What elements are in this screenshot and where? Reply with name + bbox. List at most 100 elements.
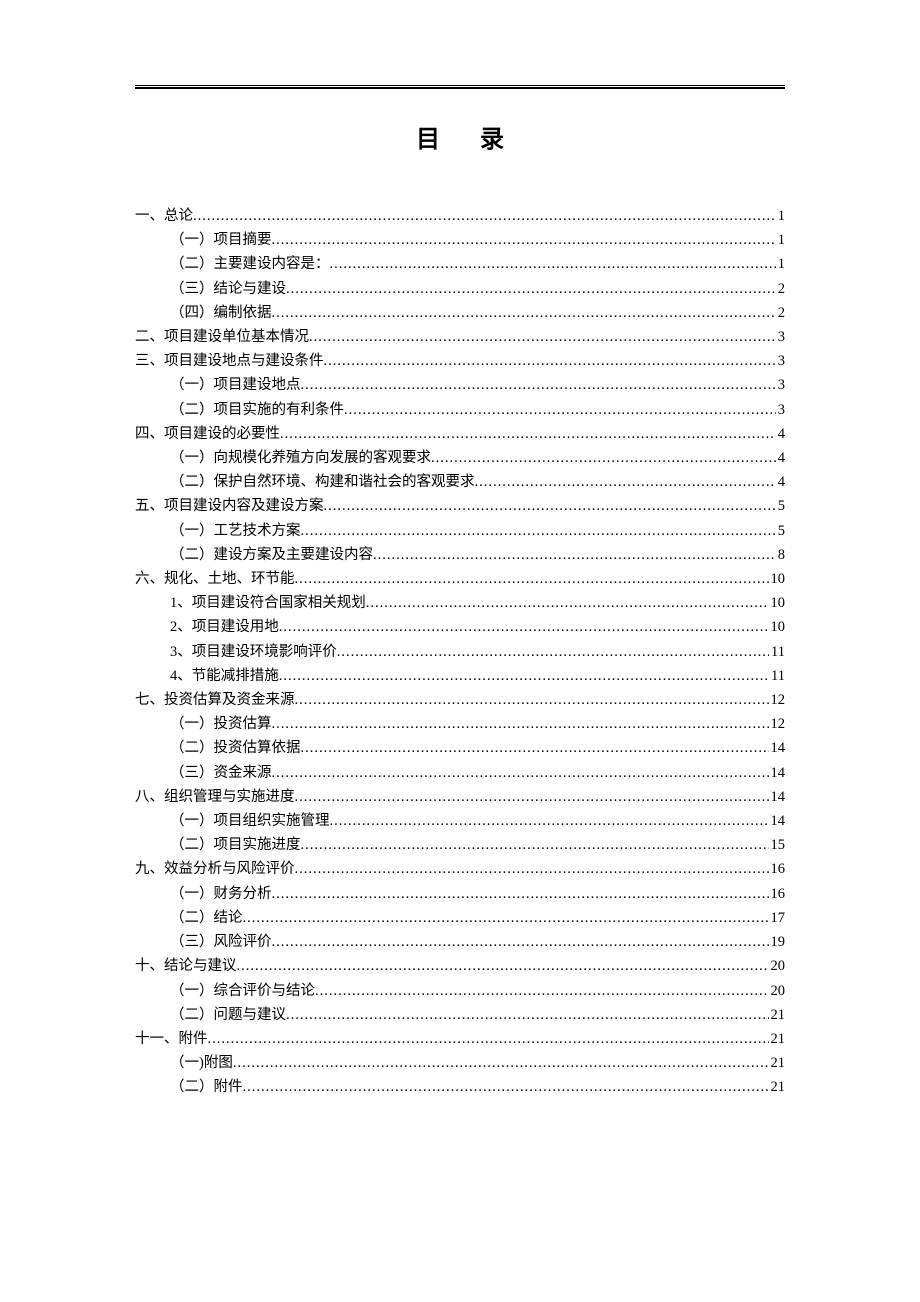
toc-page-number: 3 — [776, 349, 785, 373]
toc-label: 七、投资估算及资金来源 — [135, 688, 295, 712]
toc-leader-dots — [233, 1051, 769, 1075]
toc-entry: 五、项目建设内容及建设方案5 — [135, 494, 785, 518]
toc-entry: 十一、附件21 — [135, 1027, 785, 1051]
toc-page-number: 20 — [769, 954, 786, 978]
toc-leader-dots — [295, 857, 769, 881]
toc-leader-dots — [272, 761, 769, 785]
toc-label: 六、规化、土地、环节能 — [135, 567, 295, 591]
toc-page-number: 2 — [776, 301, 785, 325]
toc-entry: （二）附件21 — [135, 1075, 785, 1099]
toc-label: （一）财务分析 — [170, 882, 272, 906]
toc-entry: （一）向规模化养殖方向发展的客观要求4 — [135, 446, 785, 470]
toc-entry: （二）建设方案及主要建设内容8 — [135, 543, 785, 567]
toc-entry: 二、项目建设单位基本情况3 — [135, 325, 785, 349]
toc-label: （四）编制依据 — [170, 301, 272, 325]
toc-page-number: 8 — [776, 543, 785, 567]
toc-label: 九、效益分析与风险评价 — [135, 857, 295, 881]
toc-entry: （一）综合评价与结论20 — [135, 979, 785, 1003]
toc-leader-dots — [315, 979, 769, 1003]
toc-label: （一）项目摘要 — [170, 228, 272, 252]
toc-leader-dots — [272, 712, 769, 736]
toc-entry: （一）财务分析16 — [135, 882, 785, 906]
toc-entry: （三）风险评价19 — [135, 930, 785, 954]
toc-label: 三、项目建设地点与建设条件 — [135, 349, 324, 373]
toc-entry: （二）项目实施的有利条件 3 — [135, 398, 785, 422]
toc-label: （一）投资估算 — [170, 712, 272, 736]
toc-page-number: 14 — [769, 809, 786, 833]
toc-leader-dots — [286, 1003, 769, 1027]
toc-leader-dots — [193, 204, 776, 228]
toc-leader-dots — [301, 519, 776, 543]
toc-page-number: 5 — [776, 519, 785, 543]
toc-entry: （二）项目实施进度15 — [135, 833, 785, 857]
toc-leader-dots — [243, 906, 769, 930]
toc-leader-dots — [373, 543, 776, 567]
toc-entry: 六、规化、土地、环节能10 — [135, 567, 785, 591]
toc-entry: （一）项目建设地点 3 — [135, 373, 785, 397]
toc-label: 四、项目建设的必要性 — [135, 422, 280, 446]
toc-entry: （二）问题与建议 21 — [135, 1003, 785, 1027]
toc-entry: （三）资金来源14 — [135, 761, 785, 785]
header-rule — [135, 85, 785, 89]
toc-page-number: 12 — [769, 712, 786, 736]
toc-leader-dots — [272, 882, 769, 906]
toc-page-number: 12 — [769, 688, 786, 712]
toc-leader-dots — [208, 1027, 769, 1051]
toc-leader-dots — [475, 470, 776, 494]
toc-page-number: 17 — [769, 906, 786, 930]
table-of-contents: 一、总论1（一）项目摘要1（二）主要建设内容是：1（三）结论与建设2（四）编制依… — [135, 204, 785, 1100]
toc-entry: 三、项目建设地点与建设条件 3 — [135, 349, 785, 373]
toc-page-number: 4 — [776, 446, 785, 470]
toc-label: （二）项目实施的有利条件 — [170, 398, 344, 422]
toc-leader-dots — [279, 615, 769, 639]
toc-entry: （三）结论与建设2 — [135, 277, 785, 301]
toc-label: （二）主要建设内容是： — [170, 252, 330, 276]
toc-page-number: 21 — [769, 1027, 786, 1051]
toc-label: （一）工艺技术方案 — [170, 519, 301, 543]
toc-label: 4、节能减排措施 — [170, 664, 279, 688]
toc-page-number: 21 — [769, 1051, 786, 1075]
toc-entry: （四）编制依据 2 — [135, 301, 785, 325]
toc-leader-dots — [330, 252, 776, 276]
toc-leader-dots — [309, 325, 776, 349]
toc-entry: （一)附图21 — [135, 1051, 785, 1075]
toc-page-number: 14 — [769, 736, 786, 760]
toc-leader-dots — [295, 567, 769, 591]
toc-leader-dots — [237, 954, 769, 978]
toc-label: （二）附件 — [170, 1075, 243, 1099]
toc-page-number: 10 — [769, 591, 786, 615]
toc-leader-dots — [301, 373, 776, 397]
toc-label: （一）项目建设地点 — [170, 373, 301, 397]
toc-page-number: 3 — [776, 373, 785, 397]
toc-label: 五、项目建设内容及建设方案 — [135, 494, 324, 518]
toc-label: （一）综合评价与结论 — [170, 979, 315, 1003]
toc-leader-dots — [295, 688, 769, 712]
page-title: 目录 — [135, 119, 785, 154]
toc-leader-dots — [295, 785, 769, 809]
toc-leader-dots — [279, 664, 769, 688]
toc-page-number: 21 — [769, 1003, 786, 1027]
toc-leader-dots — [301, 736, 769, 760]
toc-page-number: 14 — [769, 761, 786, 785]
toc-page-number: 19 — [769, 930, 786, 954]
toc-label: 1、项目建设符合国家相关规划 — [170, 591, 366, 615]
toc-entry: （一）项目组织实施管理14 — [135, 809, 785, 833]
toc-page-number: 4 — [776, 422, 785, 446]
toc-page-number: 1 — [776, 228, 785, 252]
toc-label: 十、结论与建议 — [135, 954, 237, 978]
toc-leader-dots — [272, 930, 769, 954]
toc-page-number: 15 — [769, 833, 786, 857]
toc-page-number: 11 — [769, 640, 785, 664]
toc-leader-dots — [330, 809, 769, 833]
toc-entry: （二）保护自然环境、构建和谐社会的客观要求4 — [135, 470, 785, 494]
toc-entry: 九、效益分析与风险评价16 — [135, 857, 785, 881]
toc-page-number: 3 — [776, 398, 785, 422]
toc-entry: 七、投资估算及资金来源 12 — [135, 688, 785, 712]
toc-leader-dots — [272, 301, 776, 325]
toc-entry: （二）结论 17 — [135, 906, 785, 930]
toc-label: 3、项目建设环境影响评价 — [170, 640, 337, 664]
toc-entry: （一）投资估算 12 — [135, 712, 785, 736]
toc-label: （二）问题与建议 — [170, 1003, 286, 1027]
toc-label: （二）结论 — [170, 906, 243, 930]
toc-page-number: 14 — [769, 785, 786, 809]
